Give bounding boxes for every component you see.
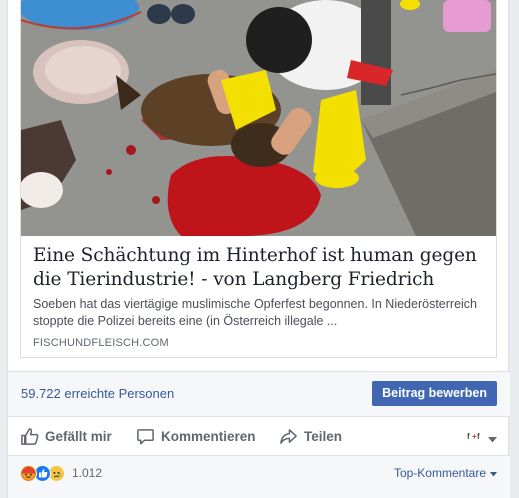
link-preview-card[interactable]: Eine Schächtung im Hinterhof ist human g… xyxy=(20,0,497,358)
reach-bar: 59.722 erreichte Personen Beitrag bewerb… xyxy=(8,372,510,416)
reaction-count[interactable]: 1.012 xyxy=(72,466,102,480)
svg-text:f: f xyxy=(467,432,470,441)
like-button[interactable]: Gefällt mir xyxy=(20,426,112,446)
sort-label: Top-Kommentare xyxy=(393,466,486,480)
share-icon xyxy=(279,427,298,446)
link-description: Soeben hat das viertägige muslimische Op… xyxy=(33,297,478,328)
reach-count-link[interactable]: 59.722 erreichte Personen xyxy=(21,386,174,401)
share-button[interactable]: Teilen xyxy=(279,426,342,446)
chevron-down-icon xyxy=(488,430,497,448)
boost-post-button[interactable]: Beitrag bewerben xyxy=(372,381,497,406)
link-domain: FISCHUNDFLEISCH.COM xyxy=(33,337,169,349)
page-avatar-icon: f + f xyxy=(466,429,483,448)
thumbs-up-icon xyxy=(20,427,39,446)
share-label: Teilen xyxy=(304,428,343,444)
page-selector[interactable]: f + f xyxy=(466,429,497,448)
like-label: Gefällt mir xyxy=(45,428,112,444)
action-bar: Gefällt mir Kommentieren Teilen f + f xyxy=(8,417,510,455)
reaction-icons[interactable] xyxy=(20,464,65,482)
post-card: Eine Schächtung im Hinterhof ist human g… xyxy=(7,0,510,498)
comment-button[interactable]: Kommentieren xyxy=(136,426,256,446)
svg-text:f: f xyxy=(477,432,480,441)
caret-down-icon xyxy=(490,466,497,480)
comment-icon xyxy=(136,427,155,446)
angry-reaction-icon xyxy=(20,464,37,482)
comment-sort-dropdown[interactable]: Top-Kommentare xyxy=(394,466,497,480)
link-title[interactable]: Eine Schächtung im Hinterhof ist human g… xyxy=(33,244,485,292)
comment-label: Kommentieren xyxy=(161,428,256,444)
preview-image[interactable] xyxy=(21,0,496,236)
preview-photo xyxy=(21,0,496,236)
reactions-bar: 1.012 Top-Kommentare xyxy=(8,456,510,498)
